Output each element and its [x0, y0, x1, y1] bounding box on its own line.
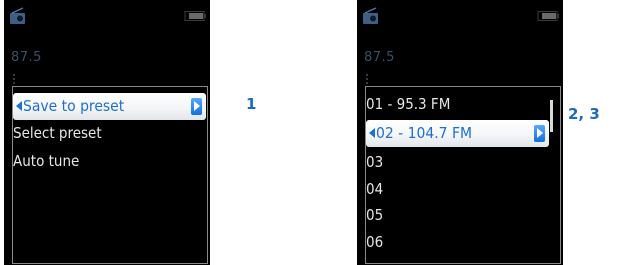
step-label-1: 1	[246, 95, 257, 113]
menu-item-select-preset[interactable]: Select preset	[13, 120, 102, 146]
right-arrow-icon	[191, 98, 202, 115]
preset-item-01[interactable]: 01 - 95.3 FM	[366, 91, 450, 117]
preset-item-02[interactable]: 02 - 104.7 FM	[366, 120, 549, 147]
menu-item-label: Save to preset	[23, 97, 125, 115]
battery-icon	[184, 11, 206, 21]
scroll-dots-icon	[366, 74, 368, 84]
preset-item-label: 02 - 104.7 FM	[376, 124, 473, 142]
status-bar	[357, 7, 563, 25]
step-label-2-3: 2, 3	[568, 105, 600, 123]
radio-icon	[363, 7, 378, 24]
left-arrow-icon	[16, 101, 22, 111]
preset-item-06[interactable]: 06	[366, 229, 383, 255]
right-arrow-icon	[534, 125, 545, 142]
frequency-display: 87.5	[11, 50, 42, 65]
left-arrow-icon	[369, 128, 375, 138]
battery-icon	[537, 11, 559, 21]
preset-item-05[interactable]: 05	[366, 202, 383, 228]
status-bar	[4, 7, 210, 25]
scroll-dots-icon	[13, 74, 15, 84]
radio-screen-2: 87.5 01 - 95.3 FM 02 - 104.7 FM 03 04 05…	[357, 0, 563, 265]
preset-item-04[interactable]: 04	[366, 176, 383, 202]
menu-item-save-to-preset[interactable]: Save to preset	[13, 93, 206, 120]
preset-item-03[interactable]: 03	[366, 149, 383, 175]
menu-item-auto-tune[interactable]: Auto tune	[13, 148, 79, 174]
radio-screen-1: 87.5 Save to preset Select preset Auto t…	[4, 0, 210, 265]
scrollbar[interactable]	[550, 100, 553, 132]
radio-icon	[10, 7, 25, 24]
frequency-display: 87.5	[364, 50, 395, 65]
